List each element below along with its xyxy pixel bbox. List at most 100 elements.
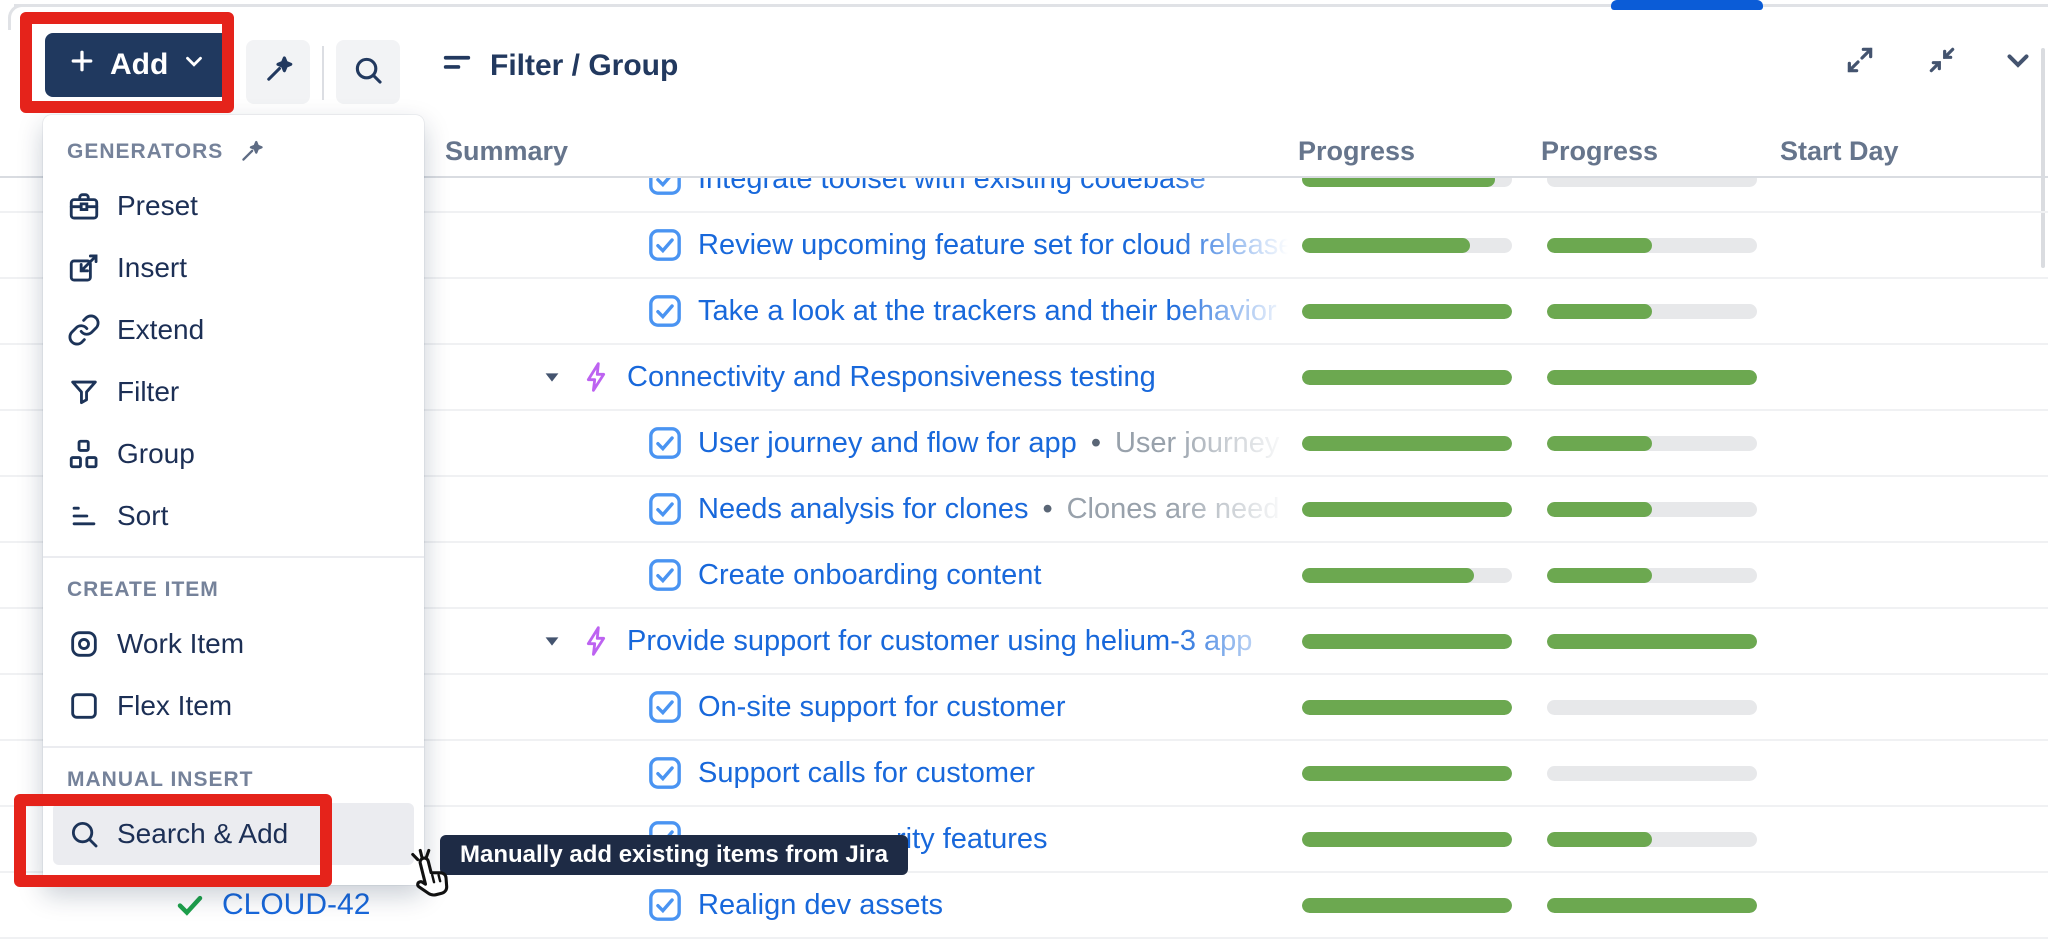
menu-divider: [43, 746, 424, 748]
filter-group-label: Filter / Group: [490, 49, 678, 83]
progress-bar: [1302, 766, 1512, 781]
column-header-start-day[interactable]: Start Day: [1780, 136, 1899, 167]
expand-icon: [1844, 44, 1876, 81]
toolbox-icon: [67, 189, 101, 223]
menu-section-title: MANUAL INSERT: [43, 757, 424, 803]
progress-bar: [1547, 436, 1757, 451]
progress-bar: [1302, 634, 1512, 649]
progress-bar: [1547, 700, 1757, 715]
pin-icon: [261, 53, 295, 92]
summary-link[interactable]: Realign dev assets: [698, 889, 943, 922]
summary-link[interactable]: Connectivity and Responsiveness testing: [627, 361, 1156, 394]
filter-group-button[interactable]: Filter / Group: [440, 34, 678, 98]
menu-item-search-add[interactable]: Search & Add: [53, 803, 414, 865]
progress-bar: [1302, 832, 1512, 847]
menu-item-label: Work Item: [117, 628, 244, 660]
progress-bar: [1302, 178, 1512, 187]
pin-generators-button[interactable]: [246, 40, 310, 104]
summary-description: User journey: [1115, 427, 1279, 460]
expand-all-button[interactable]: [1838, 40, 1882, 84]
search-button[interactable]: [336, 40, 400, 104]
menu-item-label: Sort: [117, 500, 168, 532]
link-icon: [67, 313, 101, 347]
menu-item-label: Flex Item: [117, 690, 232, 722]
progress-bar: [1302, 436, 1512, 451]
panel-corner: [8, 4, 34, 30]
flex-item-icon: [67, 689, 101, 723]
menu-item-extend[interactable]: Extend: [43, 299, 424, 361]
summary-link[interactable]: On-site support for customer: [698, 691, 1065, 724]
menu-item-label: Group: [117, 438, 195, 470]
task-checkbox-icon[interactable]: [648, 426, 682, 460]
task-checkbox-icon[interactable]: [648, 294, 682, 328]
menu-item-label: Extend: [117, 314, 204, 346]
task-checkbox-icon[interactable]: [648, 888, 682, 922]
summary-link[interactable]: Provide support for customer using heliu…: [627, 625, 1252, 658]
menu-item-flex-item[interactable]: Flex Item: [43, 675, 424, 737]
summary-link[interactable]: User journey and flow for app: [698, 427, 1077, 460]
filter-icon: [67, 375, 101, 409]
progress-bar: [1302, 304, 1512, 319]
progress-bar: [1547, 634, 1757, 649]
progress-bar: [1302, 370, 1512, 385]
task-checkbox-icon[interactable]: [648, 228, 682, 262]
menu-item-label: Filter: [117, 376, 179, 408]
group-icon: [67, 437, 101, 471]
collapse-toggle-icon[interactable]: [541, 366, 563, 388]
summary-description: Clones are need t: [1067, 493, 1295, 526]
menu-item-insert[interactable]: Insert: [43, 237, 424, 299]
summary-link[interactable]: Review upcoming feature set for cloud re…: [698, 229, 1294, 262]
column-header-progress[interactable]: Progress: [1298, 136, 1415, 167]
collapse-icon: [1926, 44, 1958, 81]
panel-chevron-button[interactable]: [1996, 40, 2040, 84]
menu-item-group[interactable]: Group: [43, 423, 424, 485]
collapse-toggle-icon[interactable]: [541, 630, 563, 652]
summary-link[interactable]: Take a look at the trackers and their be…: [698, 295, 1277, 328]
sort-icon: [67, 499, 101, 533]
work-item-icon: [67, 627, 101, 661]
progress-bar: [1547, 832, 1757, 847]
summary-link[interactable]: Integrate toolset with existing codebase: [698, 178, 1206, 196]
menu-item-filter[interactable]: Filter: [43, 361, 424, 423]
menu-item-label: Search & Add: [117, 818, 288, 850]
pin-icon[interactable]: [237, 138, 265, 166]
menu-item-label: Preset: [117, 190, 198, 222]
progress-bar: [1302, 898, 1512, 913]
filter-lines-icon: [440, 45, 474, 87]
automation-bolt-icon: [581, 625, 613, 657]
column-header-progress[interactable]: Progress: [1541, 136, 1658, 167]
progress-bar: [1547, 238, 1757, 253]
add-dropdown-menu: GENERATORSPresetInsertExtendFilterGroupS…: [43, 115, 424, 885]
add-button[interactable]: Add: [45, 33, 229, 97]
plus-icon: [67, 46, 97, 84]
search-icon: [67, 817, 101, 851]
structure-board-panel: Add Filter / Group Summary Progress Progre…: [0, 0, 2048, 944]
menu-item-work-item[interactable]: Work Item: [43, 613, 424, 675]
task-checkbox-icon[interactable]: [648, 756, 682, 790]
menu-divider: [43, 556, 424, 558]
summary-link[interactable]: Support calls for customer: [698, 757, 1035, 790]
progress-bar: [1302, 502, 1512, 517]
column-header-summary[interactable]: Summary: [445, 136, 568, 167]
summary-link[interactable]: Needs analysis for clones: [698, 493, 1028, 526]
menu-item-preset[interactable]: Preset: [43, 175, 424, 237]
progress-bar: [1547, 502, 1757, 517]
menu-item-sort[interactable]: Sort: [43, 485, 424, 547]
progress-bar: [1302, 238, 1512, 253]
progress-bar: [1302, 700, 1512, 715]
summary-link[interactable]: Create onboarding content: [698, 559, 1041, 592]
task-checkbox-icon[interactable]: [648, 178, 682, 196]
task-checkbox-icon[interactable]: [648, 492, 682, 526]
progress-bar: [1547, 304, 1757, 319]
separator-dot: •: [1091, 427, 1101, 460]
insert-icon: [67, 251, 101, 285]
summary-link[interactable]: rity features: [896, 823, 1048, 856]
progress-bar: [1547, 568, 1757, 583]
collapse-all-button[interactable]: [1920, 40, 1964, 84]
task-checkbox-icon[interactable]: [648, 558, 682, 592]
menu-item-label: Insert: [117, 252, 187, 284]
tooltip-text: Manually add existing items from Jira: [460, 841, 888, 869]
issue-key-label[interactable]: CLOUD-42: [222, 888, 370, 922]
task-checkbox-icon[interactable]: [648, 690, 682, 724]
toolbar-divider: [322, 46, 324, 100]
